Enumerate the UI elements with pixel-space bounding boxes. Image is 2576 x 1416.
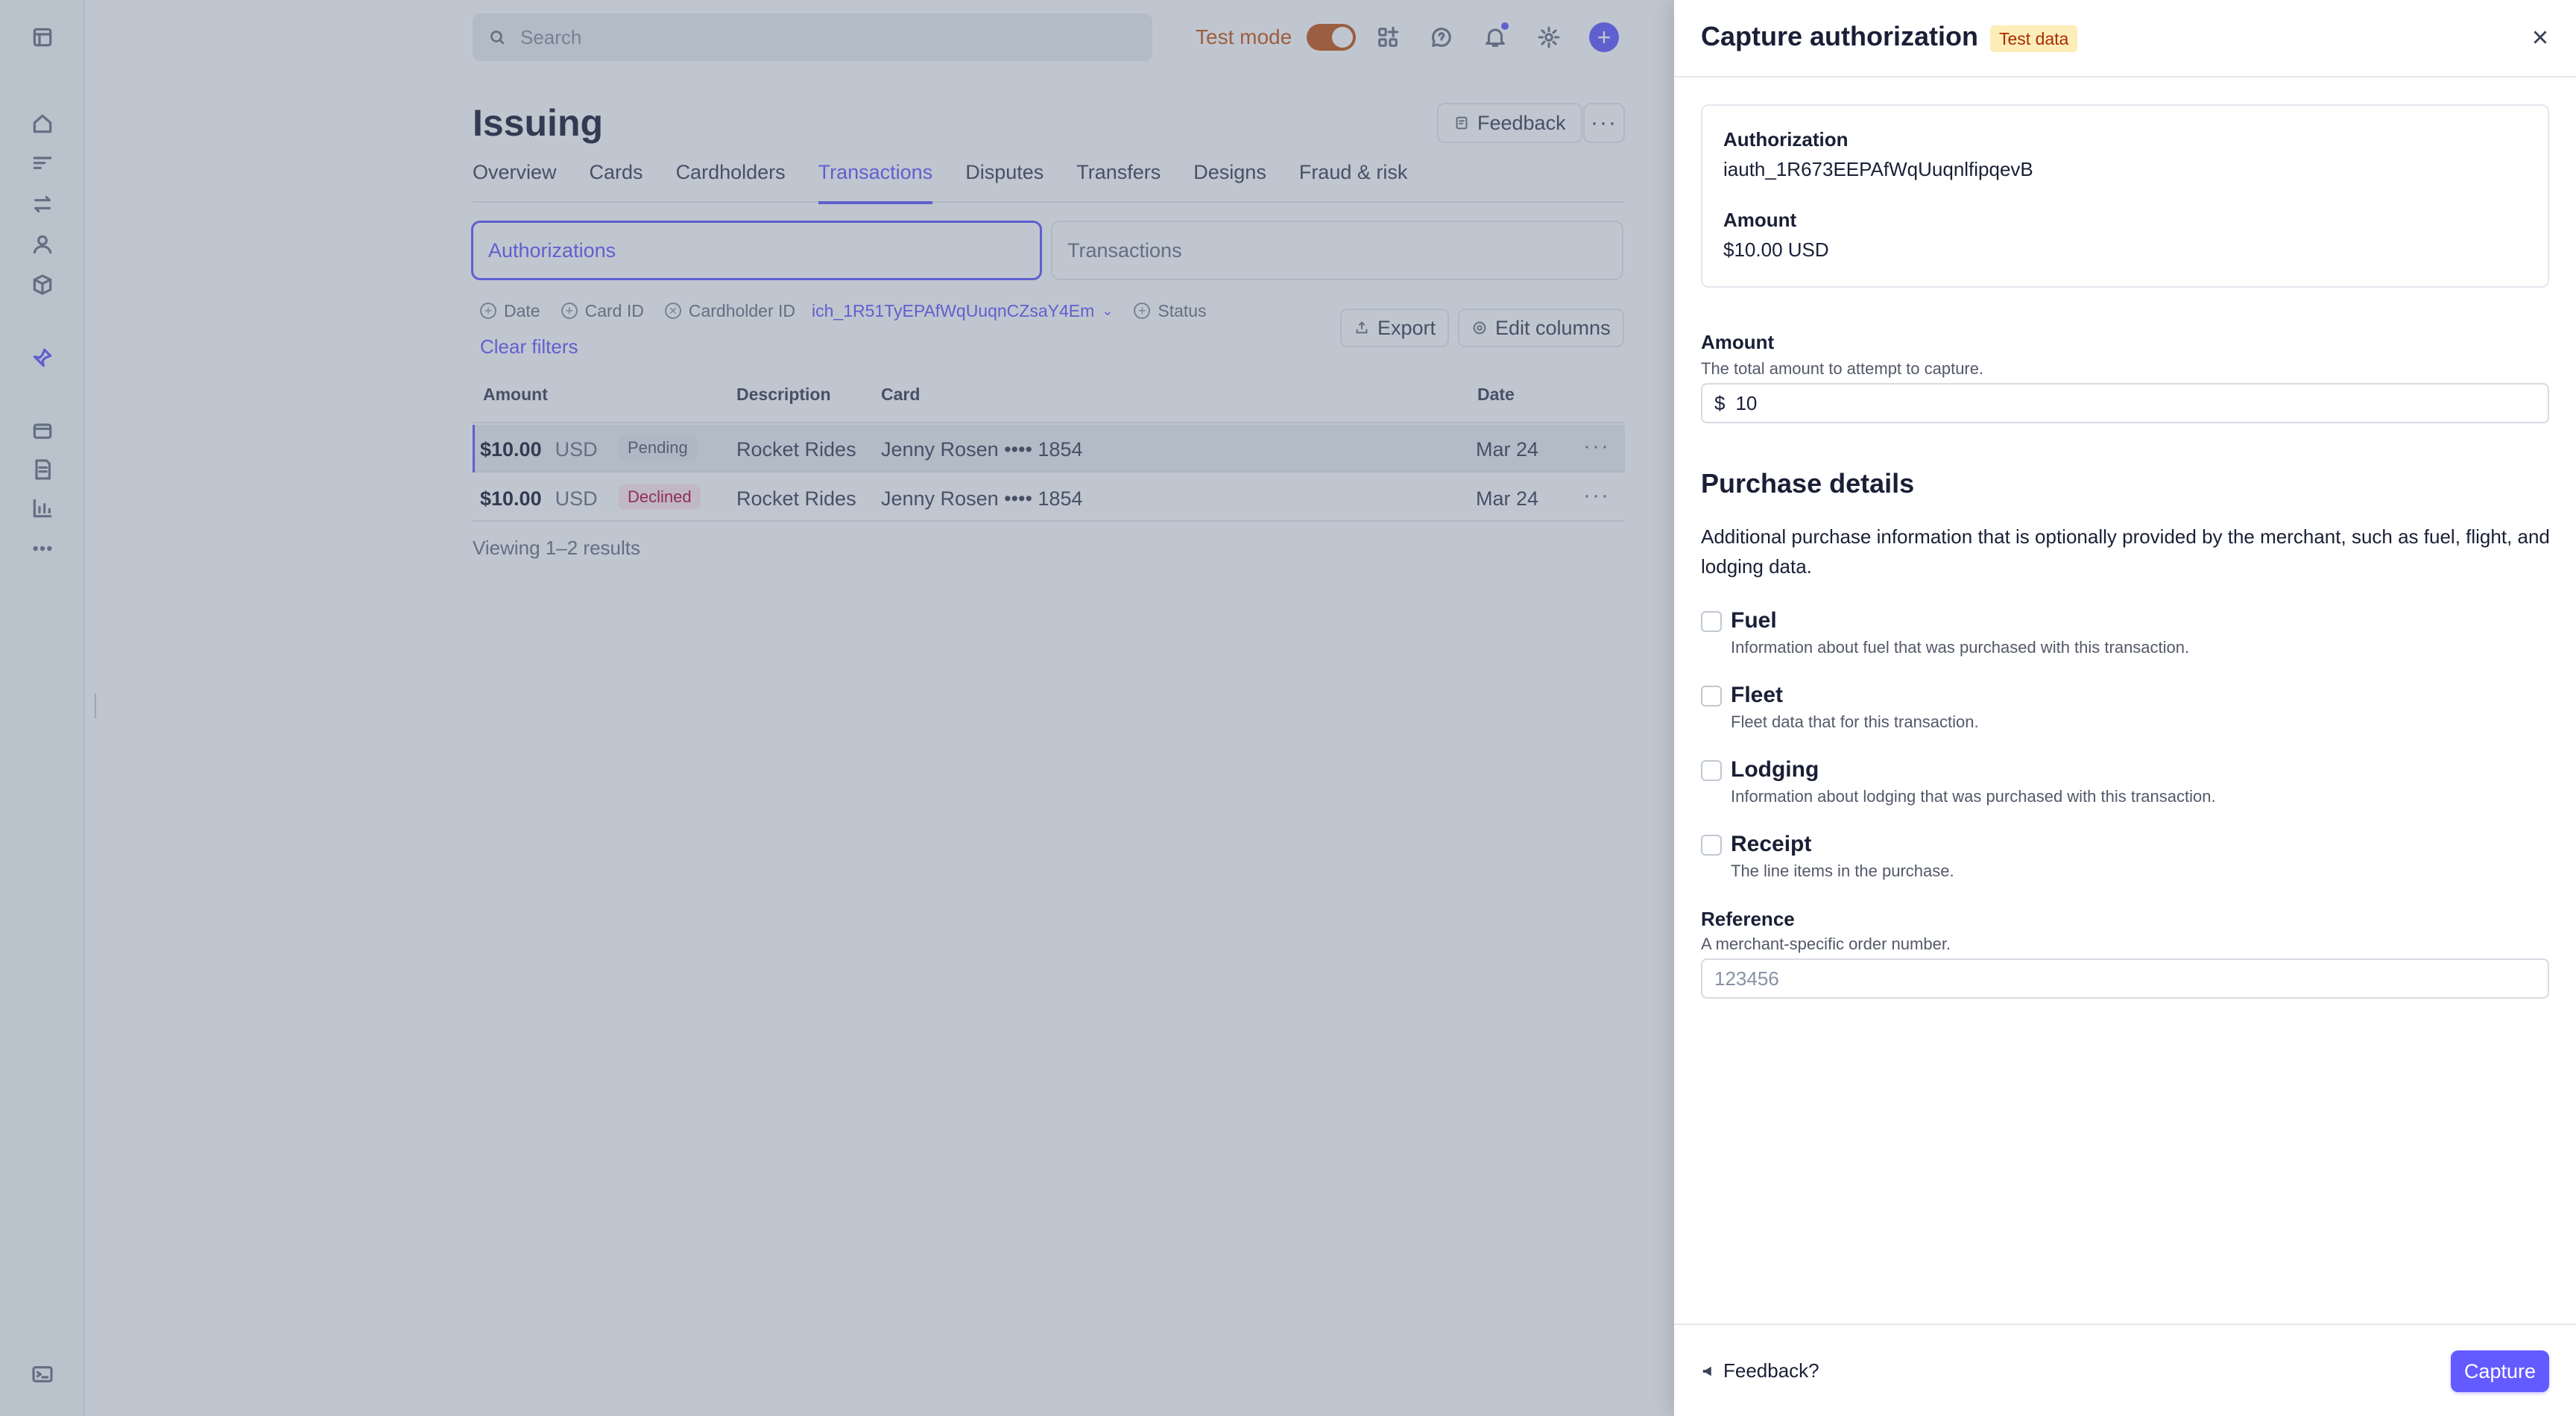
- lodging-description: Information about lodging that was purch…: [1731, 787, 2216, 806]
- option-fleet[interactable]: Fleet Fleet data that for this transacti…: [1701, 683, 2549, 735]
- reference-input[interactable]: [1701, 958, 2549, 999]
- currency-prefix: $: [1714, 391, 1726, 414]
- amount-summary-label: Amount: [1723, 209, 1797, 231]
- capture-authorization-drawer: Capture authorization Test data Authoriz…: [1674, 0, 2576, 1416]
- reference-help: A merchant-specific order number.: [1701, 935, 1951, 953]
- fuel-title: Fuel: [1731, 608, 1777, 633]
- amount-input-field[interactable]: [1735, 391, 2481, 415]
- authorization-id: iauth_1R673EEPAfWqUuqnlfipqevB: [1723, 158, 2033, 180]
- close-button[interactable]: [2525, 22, 2555, 52]
- option-lodging[interactable]: Lodging Information about lodging that w…: [1701, 757, 2549, 809]
- drawer-header: Capture authorization Test data: [1674, 0, 2576, 78]
- fleet-title: Fleet: [1731, 683, 1784, 707]
- authorization-label: Authorization: [1723, 128, 1849, 151]
- footer-feedback-link[interactable]: Feedback?: [1701, 1359, 1819, 1382]
- amount-field-label: Amount: [1701, 331, 1775, 353]
- drawer-footer: Feedback? Capture: [1674, 1324, 2576, 1416]
- option-receipt[interactable]: Receipt The line items in the purchase.: [1701, 832, 2549, 884]
- lodging-checkbox[interactable]: [1701, 760, 1722, 781]
- amount-field-help: The total amount to attempt to capture.: [1701, 359, 1984, 378]
- fuel-checkbox[interactable]: [1701, 611, 1722, 632]
- test-data-badge: Test data: [1990, 25, 2078, 52]
- reference-label: Reference: [1701, 908, 1795, 930]
- fleet-checkbox[interactable]: [1701, 686, 1722, 707]
- footer-feedback-label: Feedback?: [1723, 1359, 1819, 1382]
- lodging-title: Lodging: [1731, 757, 1819, 782]
- option-fuel[interactable]: Fuel Information about fuel that was pur…: [1701, 608, 2549, 660]
- fleet-description: Fleet data that for this transaction.: [1731, 712, 1979, 731]
- megaphone-icon: [1702, 1366, 1711, 1376]
- purchase-details-description: Additional purchase information that is …: [1701, 525, 2550, 578]
- drawer-title: Capture authorization: [1701, 21, 1979, 51]
- reference-input-field[interactable]: [1714, 967, 2460, 990]
- receipt-checkbox[interactable]: [1701, 835, 1722, 856]
- amount-input[interactable]: $: [1701, 383, 2549, 423]
- authorization-summary-card: Authorization iauth_1R673EEPAfWqUuqnlfip…: [1701, 104, 2549, 288]
- receipt-title: Receipt: [1731, 832, 1812, 856]
- receipt-description: The line items in the purchase.: [1731, 862, 1954, 880]
- fuel-description: Information about fuel that was purchase…: [1731, 638, 2190, 657]
- close-icon: [2534, 31, 2547, 44]
- amount-summary-value: $10.00 USD: [1723, 238, 1829, 261]
- purchase-details-title: Purchase details: [1701, 468, 1915, 499]
- capture-button[interactable]: Capture: [2450, 1350, 2549, 1392]
